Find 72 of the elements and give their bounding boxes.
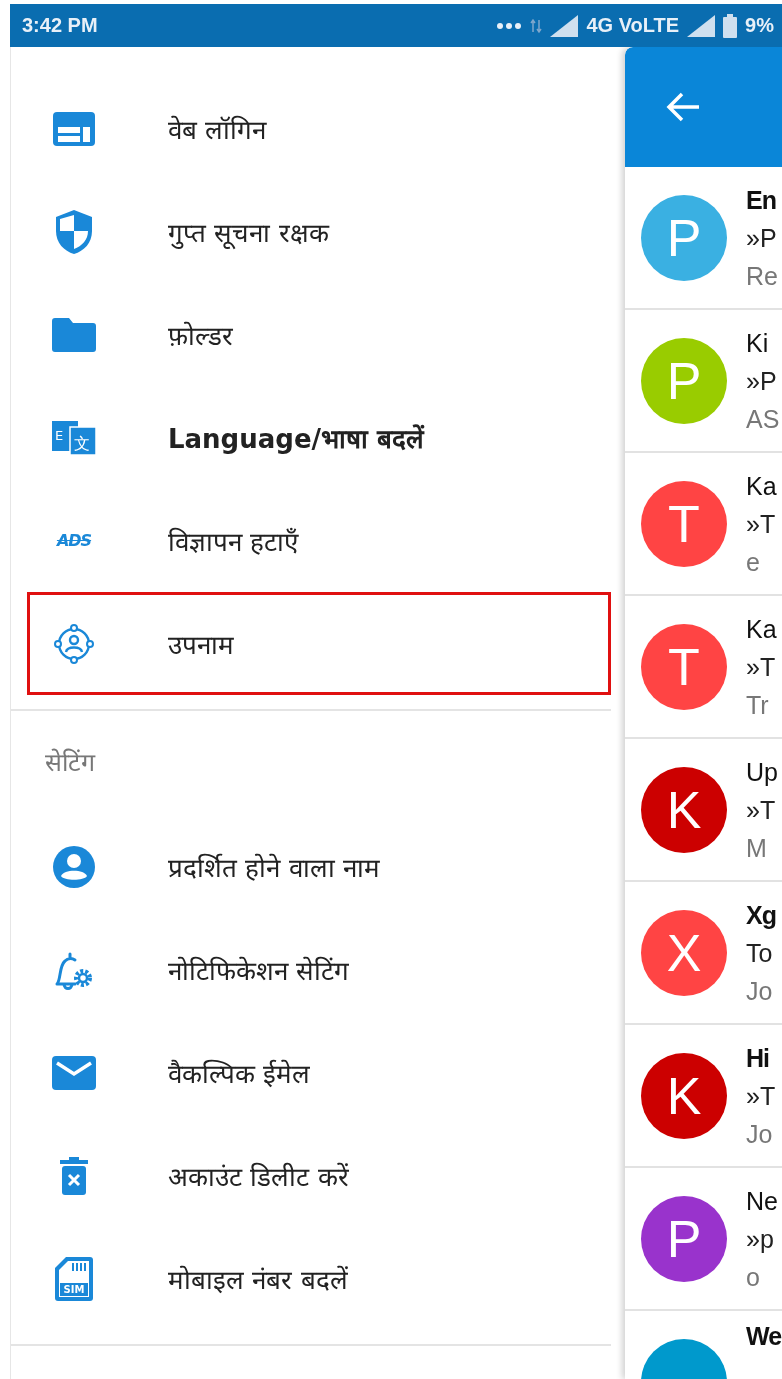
message-row[interactable]: We bbox=[625, 1311, 782, 1379]
no-ads-icon: ADS bbox=[56, 531, 92, 550]
message-subject: »T bbox=[746, 1080, 776, 1112]
section-title: सेटिंग bbox=[44, 747, 97, 779]
sender-name: Ki bbox=[746, 327, 770, 359]
trash-icon bbox=[59, 1156, 89, 1195]
sender-name: Up bbox=[746, 756, 778, 788]
message-snippet: AS bbox=[746, 403, 780, 435]
message-subject: »T bbox=[746, 508, 777, 540]
message-row[interactable]: T Ka »T e bbox=[625, 453, 782, 596]
avatar-circle: K bbox=[641, 766, 727, 853]
menu-item[interactable]: वैकल्पिक ईमेल bbox=[27, 1021, 611, 1124]
message-snippet: Tr bbox=[746, 689, 770, 721]
person-circle-icon bbox=[54, 623, 94, 664]
message-snippet: o bbox=[746, 1261, 761, 1293]
message-snippet: M bbox=[746, 832, 768, 864]
avatar-circle: P bbox=[641, 194, 727, 281]
menu-item[interactable]: अकाउंट डिलीट करें bbox=[27, 1124, 611, 1227]
battery-level: 9% bbox=[745, 14, 774, 37]
menu-item[interactable]: वेब लॉगिन bbox=[27, 77, 611, 180]
signal-icon bbox=[687, 14, 716, 37]
menu-item[interactable]: गुप्त सूचना रक्षक bbox=[27, 180, 611, 283]
signal-icon bbox=[550, 14, 579, 37]
message-row[interactable]: P Ne »p o bbox=[625, 1168, 782, 1311]
message-snippet: e bbox=[746, 546, 761, 578]
folder-icon bbox=[52, 317, 96, 352]
message-row[interactable]: K Hi »T Jo bbox=[625, 1025, 782, 1168]
sender-name: Xg bbox=[746, 899, 776, 931]
shield-icon bbox=[54, 208, 94, 255]
sender-name: Ka bbox=[746, 613, 777, 645]
message-subject: To bbox=[746, 937, 774, 969]
battery-icon bbox=[723, 13, 738, 38]
sender-name: Ka bbox=[746, 470, 777, 502]
menu-item[interactable]: उपनाम bbox=[27, 592, 611, 695]
message-subject: »T bbox=[746, 651, 777, 683]
window-icon bbox=[52, 110, 96, 147]
message-row[interactable]: X Xg To Jo bbox=[625, 882, 782, 1025]
message-subject: »P bbox=[746, 222, 778, 254]
avatar-circle: P bbox=[641, 1195, 727, 1282]
sender-name: Ne bbox=[746, 1185, 778, 1217]
sim-card-icon: SIM bbox=[54, 1255, 94, 1302]
message-row[interactable]: K Up »T M bbox=[625, 739, 782, 882]
avatar-circle: T bbox=[641, 480, 727, 567]
message-subject: »T bbox=[746, 794, 777, 826]
menu-item[interactable]: SIM मोबाइल नंबर बदलें bbox=[27, 1227, 611, 1330]
message-row[interactable]: P Ki »P AS bbox=[625, 310, 782, 453]
person-icon bbox=[52, 844, 96, 889]
sender-name: Hi bbox=[746, 1042, 770, 1074]
more-icon bbox=[496, 21, 523, 30]
back-arrow-icon[interactable] bbox=[665, 91, 701, 123]
message-subject: »P bbox=[746, 365, 778, 397]
menu-item[interactable]: ADS विज्ञापन हटाएँ bbox=[27, 489, 611, 592]
envelope-icon bbox=[52, 1055, 96, 1090]
message-row[interactable]: T Ka »T Tr bbox=[625, 596, 782, 739]
sender-name: We bbox=[746, 1321, 782, 1352]
avatar-circle: X bbox=[641, 909, 727, 996]
avatar-circle: K bbox=[641, 1052, 727, 1139]
data-arrows-icon bbox=[530, 17, 543, 34]
message-subject: »p bbox=[746, 1223, 775, 1255]
sender-name: En bbox=[746, 184, 777, 216]
message-row[interactable]: P En »P Re bbox=[625, 167, 782, 310]
network-type: 4G VoLTE bbox=[586, 14, 680, 37]
avatar-circle: T bbox=[641, 623, 727, 710]
message-snippet: Jo bbox=[746, 1118, 774, 1150]
menu-item[interactable]: नोटिफिकेशन सेटिंग bbox=[27, 918, 611, 1021]
menu-item[interactable]: फ़ोल्डर bbox=[27, 283, 611, 386]
status-time: 3:42 PM bbox=[22, 14, 98, 37]
menu-item[interactable]: E 文 Language/भाषा बदलें bbox=[27, 386, 611, 489]
message-snippet: Re bbox=[746, 260, 778, 292]
message-snippet: Jo bbox=[746, 975, 774, 1007]
menu-item[interactable]: प्रदर्शित होने वाला नाम bbox=[27, 815, 611, 918]
avatar-circle: P bbox=[641, 337, 727, 424]
